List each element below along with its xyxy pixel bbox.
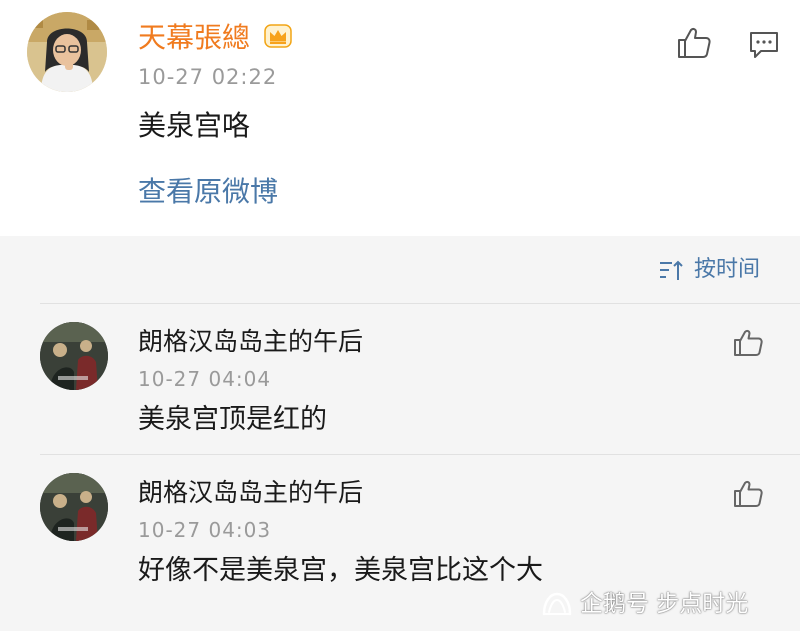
penguin-logo-icon xyxy=(542,592,572,616)
commenter-name[interactable]: 朗格汉岛岛主的午后 xyxy=(138,475,363,511)
comments-section: 按时间 朗格汉岛岛主的午后 10-27 04:04 美泉宫顶是红的 朗格汉岛岛主… xyxy=(0,236,800,631)
comment-text: 美泉宫顶是红的 xyxy=(138,404,327,435)
comment-item: 朗格汉岛岛主的午后 10-27 04:04 美泉宫顶是红的 xyxy=(0,304,800,454)
thumbs-up-icon[interactable] xyxy=(732,479,764,509)
commenter-name[interactable]: 朗格汉岛岛主的午后 xyxy=(138,324,363,360)
watermark-text: 企鹅号 步点时光 xyxy=(580,591,749,617)
post-author-avatar[interactable] xyxy=(27,12,107,92)
view-original-link[interactable]: 查看原微博 xyxy=(138,172,278,212)
comment-item: 朗格汉岛岛主的午后 10-27 04:03 好像不是美泉宫，美泉宫比这个大 xyxy=(0,455,800,605)
comment-timestamp: 10-27 04:04 xyxy=(138,367,272,391)
sort-icon xyxy=(660,260,683,280)
comment-text: 好像不是美泉宫，美泉宫比这个大 xyxy=(138,555,543,586)
commenter-avatar[interactable] xyxy=(40,473,108,541)
comment-timestamp: 10-27 04:03 xyxy=(138,518,272,542)
thumbs-up-icon[interactable] xyxy=(676,26,712,60)
comment-icon[interactable] xyxy=(748,30,780,60)
sort-label: 按时间 xyxy=(694,257,761,282)
commenter-avatar[interactable] xyxy=(40,322,108,390)
weibo-post: 天幕張總 10-27 02:22 美泉宫咯 查看原微博 xyxy=(0,0,800,236)
vip-crown-icon xyxy=(264,24,292,48)
post-text: 美泉宫咯 xyxy=(138,109,251,142)
post-author-name[interactable]: 天幕張總 xyxy=(138,18,250,58)
post-timestamp: 10-27 02:22 xyxy=(138,65,278,89)
thumbs-up-icon[interactable] xyxy=(732,328,764,358)
